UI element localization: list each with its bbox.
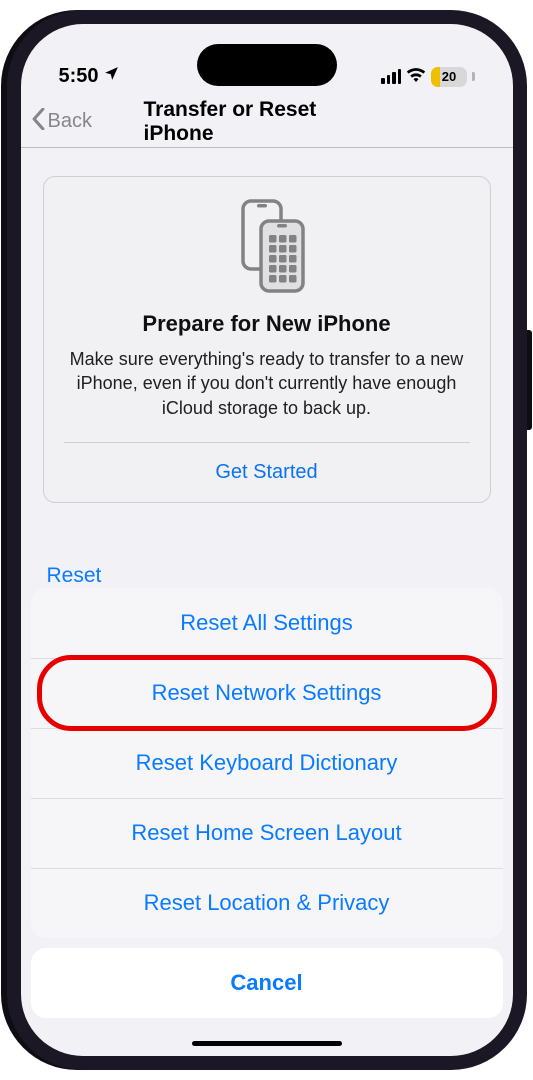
devices-icon (64, 199, 470, 293)
sheet-option-reset-keyboard-dictionary[interactable]: Reset Keyboard Dictionary (31, 728, 503, 798)
battery-tip (472, 72, 475, 81)
back-button[interactable]: Back (31, 108, 92, 136)
phone-frame: 5:50 20 (7, 10, 527, 1070)
get-started-button[interactable]: Get Started (64, 443, 470, 502)
wifi-icon (406, 65, 426, 88)
action-sheet: Reset All SettingsReset Network Settings… (21, 588, 513, 1056)
card-title: Prepare for New iPhone (64, 311, 470, 337)
screen: 5:50 20 (21, 24, 513, 1056)
action-sheet-group: Reset All SettingsReset Network Settings… (31, 588, 503, 938)
location-icon (103, 65, 120, 88)
prepare-card: Prepare for New iPhone Make sure everyth… (43, 176, 491, 503)
home-indicator[interactable] (192, 1041, 342, 1046)
back-label: Back (48, 110, 92, 133)
cancel-button[interactable]: Cancel (31, 948, 503, 1018)
nav-bar: Back Transfer or Reset iPhone (21, 96, 513, 148)
sheet-option-reset-location-privacy[interactable]: Reset Location & Privacy (31, 868, 503, 938)
card-text: Make sure everything's ready to transfer… (64, 347, 470, 442)
sheet-option-reset-home-screen-layout[interactable]: Reset Home Screen Layout (31, 798, 503, 868)
content: Prepare for New iPhone Make sure everyth… (21, 148, 513, 503)
dynamic-island (197, 44, 337, 86)
page-title: Transfer or Reset iPhone (144, 98, 390, 146)
battery-icon: 20 (431, 67, 467, 87)
sheet-option-reset-all-settings[interactable]: Reset All Settings (31, 588, 503, 658)
chevron-left-icon (31, 108, 46, 136)
status-time: 5:50 (59, 65, 99, 88)
cellular-signal-icon (381, 69, 401, 84)
reset-button-background: Reset (47, 564, 102, 588)
sheet-option-reset-network-settings[interactable]: Reset Network Settings (31, 658, 503, 728)
